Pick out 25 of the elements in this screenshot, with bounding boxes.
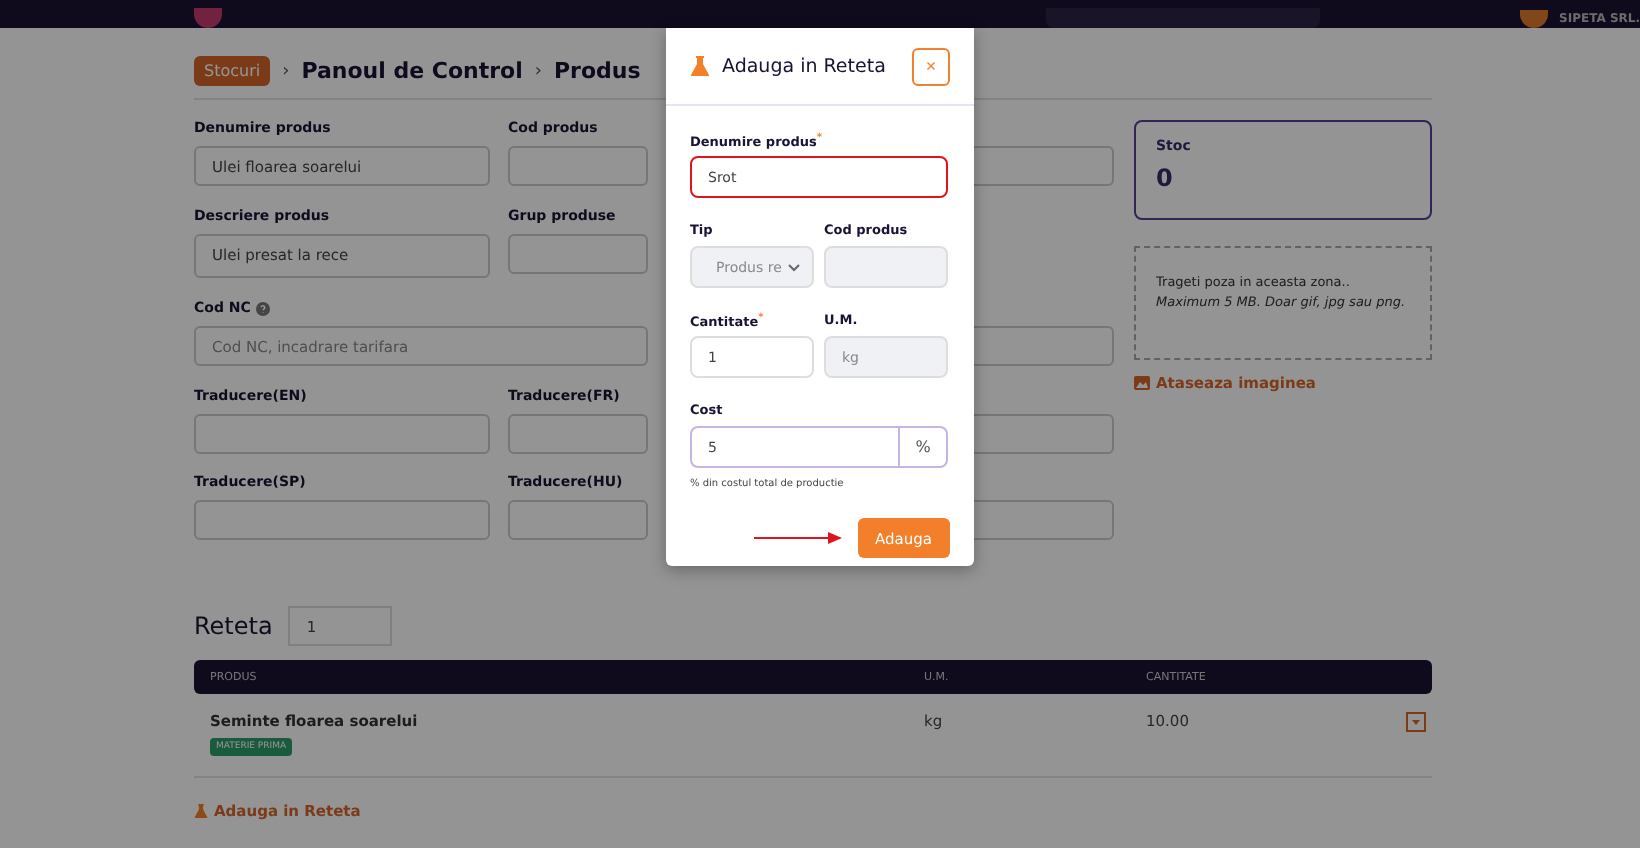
close-button[interactable]: ×	[912, 47, 950, 85]
search-field[interactable]	[1045, 8, 1320, 28]
input-field[interactable]	[194, 500, 490, 540]
image-icon	[1134, 376, 1150, 390]
input-field[interactable]	[508, 414, 648, 454]
dropdown-icon[interactable]	[1406, 712, 1426, 732]
input-field[interactable]	[508, 234, 648, 274]
breadcrumb-separator: ›	[282, 61, 290, 81]
flask-icon	[194, 804, 208, 818]
arrow-icon	[753, 532, 842, 544]
breadcrumb-badge[interactable]: Stocuri	[194, 56, 271, 86]
input-field[interactable]	[508, 146, 648, 186]
breadcrumb-separator: ›	[534, 61, 542, 81]
input-field[interactable]	[508, 500, 648, 540]
chevron-down-icon	[788, 263, 800, 271]
breadcrumb-item: Panoul de Control	[301, 58, 523, 84]
breadcrumb-item: Produs	[553, 58, 641, 84]
percent-addon: %	[898, 428, 946, 466]
logo-icon[interactable]	[194, 8, 222, 28]
stock-value: 0	[1156, 164, 1175, 192]
flask-icon	[690, 56, 710, 76]
input-field[interactable]	[194, 414, 490, 454]
avatar-icon[interactable]	[1519, 10, 1548, 28]
modal-title: Adauga in Reteta	[722, 55, 888, 77]
recipe-title: Reteta	[194, 612, 273, 640]
